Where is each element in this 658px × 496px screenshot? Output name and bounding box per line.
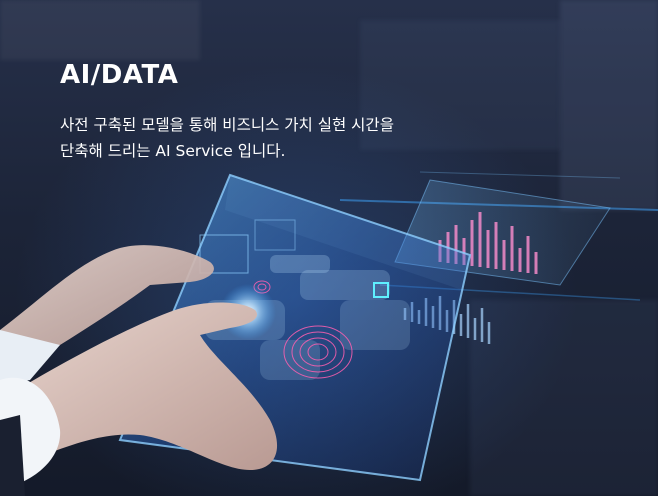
description-line-1: 사전 구축된 모델을 통해 비즈니스 가치 실현 시간을 — [60, 116, 394, 134]
page-title: AI/DATA — [60, 60, 179, 90]
banner-description: 사전 구축된 모델을 통해 비즈니스 가치 실현 시간을 단축해 드리는 AI … — [60, 112, 480, 164]
ai-data-banner: AI/DATA 사전 구축된 모델을 통해 비즈니스 가치 실현 시간을 단축해… — [0, 0, 658, 496]
description-line-2: 단축해 드리는 AI Service 입니다. — [60, 142, 286, 160]
